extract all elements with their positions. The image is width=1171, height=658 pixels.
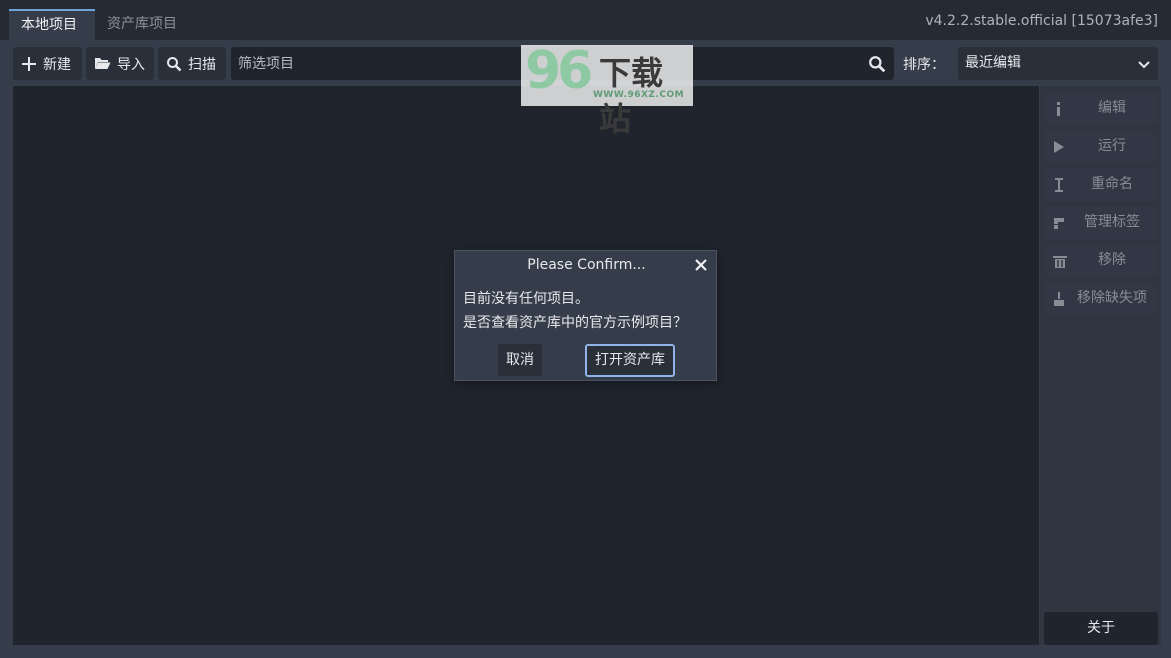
watermark-logo: 96 下载站 WWW.96XZ.COM (521, 41, 693, 138)
plus-icon (22, 56, 36, 71)
remove-missing-button[interactable]: 移除缺失项 (1044, 282, 1158, 315)
dialog-message-line1: 目前没有任何项目。 (463, 291, 589, 307)
confirm-dialog: Please Confirm... 目前没有任何项目。 是否查看资产库中的官方示… (454, 250, 717, 381)
dialog-message-line2: 是否查看资产库中的官方示例项目？ (463, 315, 687, 331)
open-asset-library-button[interactable]: 打开资产库 (585, 344, 675, 377)
close-icon[interactable] (693, 257, 709, 273)
watermark-number: 96 (525, 41, 593, 101)
about-button[interactable]: 关于 (1044, 612, 1158, 645)
sort-value: 最近编辑 (965, 55, 1021, 71)
edit-button[interactable]: 编辑 (1044, 92, 1158, 125)
magnifier-icon (167, 56, 182, 71)
sort-dropdown[interactable]: 最近编辑 (958, 47, 1158, 80)
remove-label: 移除 (1098, 252, 1126, 268)
remove-button[interactable]: 移除 (1044, 244, 1158, 277)
sort-label: 排序： (903, 57, 945, 73)
scan-button[interactable]: 扫描 (158, 47, 226, 80)
new-label: 新建 (43, 56, 71, 73)
rename-button[interactable]: 重命名 (1044, 168, 1158, 201)
tab-asset-library-projects[interactable]: 资产库项目 (95, 9, 197, 40)
import-label: 导入 (117, 56, 145, 73)
run-label: 运行 (1098, 138, 1126, 154)
folder-open-icon (95, 58, 111, 69)
version-label: v4.2.2.stable.official [15073afe3] (925, 13, 1158, 29)
scan-label: 扫描 (188, 56, 216, 73)
remove-missing-label: 移除缺失项 (1077, 290, 1147, 306)
search-icon[interactable] (868, 55, 886, 73)
import-button[interactable]: 导入 (86, 47, 154, 80)
dialog-title: Please Confirm... (527, 257, 646, 273)
rename-label: 重命名 (1091, 176, 1133, 192)
manage-tags-label: 管理标签 (1084, 214, 1140, 230)
run-button[interactable]: 运行 (1044, 130, 1158, 163)
cancel-button[interactable]: 取消 (498, 344, 542, 376)
watermark-url: WWW.96XZ.COM (593, 90, 685, 100)
manage-tags-button[interactable]: 管理标签 (1044, 206, 1158, 239)
tab-local-projects[interactable]: 本地项目 (9, 9, 95, 40)
edit-label: 编辑 (1098, 100, 1126, 116)
chevron-down-icon (1138, 61, 1150, 69)
new-project-button[interactable]: 新建 (13, 47, 82, 80)
